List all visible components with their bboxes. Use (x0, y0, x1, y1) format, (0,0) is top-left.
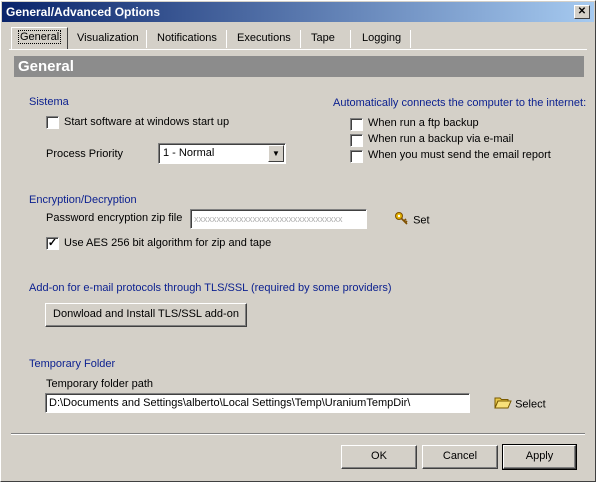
section-header: General (14, 56, 584, 77)
password-input[interactable]: xxxxxxxxxxxxxxxxxxxxxxxxxxxxxxxxx (190, 209, 367, 229)
key-icon (394, 211, 410, 230)
tab-tape[interactable]: Tape (305, 29, 341, 49)
footer-divider (11, 433, 585, 435)
select-label: Select (515, 398, 546, 411)
priority-label: Process Priority (46, 148, 124, 160)
close-icon: ✕ (577, 6, 587, 17)
select-folder-button[interactable]: Select (494, 396, 546, 413)
tab-separator (410, 30, 411, 48)
password-label: Password encryption zip file (46, 212, 183, 224)
internet-title: Automatically connects the computer to t… (333, 97, 587, 109)
sistema-title: Sistema (29, 96, 69, 108)
temp-path-label: Temporary folder path (46, 378, 153, 390)
set-label: Set (413, 214, 430, 227)
tab-logging[interactable]: Logging (356, 29, 407, 49)
ok-button[interactable]: OK (341, 445, 417, 469)
ftp-label: When run a ftp backup (368, 117, 479, 129)
addon-title: Add-on for e-mail protocols through TLS/… (29, 282, 392, 294)
priority-select[interactable]: 1 - Normal ▼ (158, 143, 286, 164)
tab-visualization[interactable]: Visualization (71, 29, 145, 49)
window-title: General/Advanced Options (6, 5, 161, 19)
tab-separator (350, 30, 351, 48)
tab-separator (226, 30, 227, 48)
email-backup-checkbox[interactable] (350, 134, 363, 147)
tab-separator (146, 30, 147, 48)
startup-label: Start software at windows start up (64, 116, 230, 128)
email-report-label: When you must send the email report (368, 149, 551, 161)
set-button[interactable]: Set (394, 211, 430, 230)
aes-label: Use AES 256 bit algorithm for zip and ta… (64, 237, 272, 249)
ftp-checkbox[interactable] (350, 118, 363, 131)
folder-open-icon (494, 396, 512, 413)
email-report-checkbox[interactable] (350, 150, 363, 163)
priority-value: 1 - Normal (163, 147, 215, 159)
temp-title: Temporary Folder (29, 358, 116, 370)
tab-executions[interactable]: Executions (231, 29, 297, 49)
encryption-title: Encryption/Decryption (29, 194, 137, 206)
tab-general[interactable]: General (11, 27, 69, 50)
startup-checkbox[interactable] (46, 116, 59, 129)
email-backup-label: When run a backup via e-mail (368, 133, 514, 145)
apply-button[interactable]: Apply (502, 444, 577, 470)
title-bar: General/Advanced Options ✕ (2, 2, 594, 22)
aes-checkbox[interactable]: ✓ (46, 237, 59, 250)
tab-notifications[interactable]: Notifications (151, 29, 223, 49)
download-addon-button[interactable]: Donwload and Install TLS/SSL add-on (45, 303, 247, 327)
close-button[interactable]: ✕ (574, 5, 590, 19)
cancel-button[interactable]: Cancel (422, 445, 498, 469)
options-window: General/Advanced Options ✕ General Visua… (0, 0, 596, 482)
chevron-down-icon[interactable]: ▼ (268, 145, 284, 162)
tab-separator (300, 30, 301, 48)
temp-path-input[interactable]: D:\Documents and Settings\alberto\Local … (45, 393, 470, 413)
